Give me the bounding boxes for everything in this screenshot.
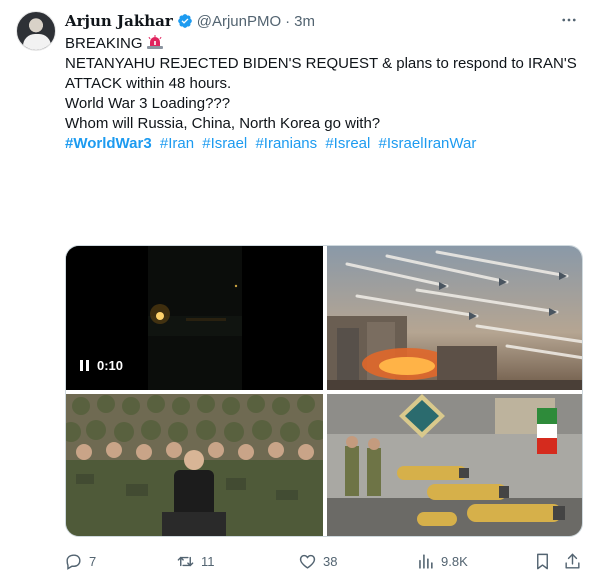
separator-dot: ·: [285, 12, 291, 30]
tweet-line: NETANYAHU REJECTED BIDEN'S REQUEST & pla…: [65, 55, 577, 92]
hashtag-link[interactable]: #WorldWar3: [65, 135, 152, 152]
like-button[interactable]: 38: [298, 550, 337, 572]
like-icon: [299, 554, 316, 569]
hashtag-link[interactable]: #Iranians: [255, 135, 317, 152]
reply-icon: [66, 553, 81, 570]
breaking-label: BREAKING: [65, 35, 143, 52]
bookmark-button[interactable]: [533, 550, 552, 572]
tweet-header: Arjun Jakhar @ArjunPMO · 3m: [65, 10, 315, 32]
retweet-icon: [177, 556, 194, 566]
action-bar: 7 11 38 9.8K: [60, 550, 585, 572]
missile-attack-image[interactable]: [327, 246, 582, 390]
author-name[interactable]: Arjun Jakhar: [65, 12, 173, 30]
video-badge[interactable]: 0:10: [80, 358, 123, 373]
reply-count: 7: [89, 553, 97, 569]
pause-icon[interactable]: [80, 360, 89, 371]
tweet-line: BREAKING: [65, 34, 580, 54]
hashtag-link[interactable]: #IsraelIranWar: [379, 135, 477, 152]
video-time: 0:10: [97, 358, 124, 373]
siren-icon: [146, 35, 163, 49]
author-handle[interactable]: @ArjunPMO: [197, 13, 281, 30]
hashtag-link[interactable]: #Isreal: [325, 135, 370, 152]
bookmark-icon: [537, 553, 548, 569]
video-thumbnail[interactable]: 0:10: [66, 246, 323, 390]
soldiers-group-image[interactable]: [66, 394, 323, 536]
views-icon: [419, 553, 433, 569]
like-count: 38: [323, 553, 338, 569]
tweet-line: Whom will Russia, China, North Korea go …: [65, 115, 381, 132]
media-grid: 0:10: [65, 245, 583, 537]
share-button[interactable]: [563, 550, 582, 572]
tweet-line: World War 3 Loading???: [65, 95, 231, 112]
tweet-text: BREAKING NETANYAHU REJECTED BIDEN'S REQU…: [65, 34, 580, 154]
views-button[interactable]: 9.8K: [416, 550, 468, 572]
hashtag-link[interactable]: #Israel: [202, 135, 247, 152]
views-count: 9.8K: [441, 553, 468, 569]
weapons-display-image[interactable]: [327, 394, 582, 536]
reply-button[interactable]: 7: [64, 550, 96, 572]
retweet-button[interactable]: 11: [176, 550, 215, 572]
timestamp[interactable]: 3m: [294, 13, 315, 30]
retweet-count: 11: [201, 553, 215, 569]
hashtag-link[interactable]: #Iran: [160, 135, 194, 152]
tweet[interactable]: Arjun Jakhar @ArjunPMO · 3m BREAKING NET…: [0, 0, 598, 582]
share-icon: [565, 553, 580, 569]
more-icon[interactable]: [560, 11, 578, 34]
avatar[interactable]: [16, 11, 56, 51]
verified-icon: [177, 14, 192, 28]
hashtag-line: #WorldWar3 #Iran #Israel #Iranians #Isre…: [65, 134, 580, 154]
